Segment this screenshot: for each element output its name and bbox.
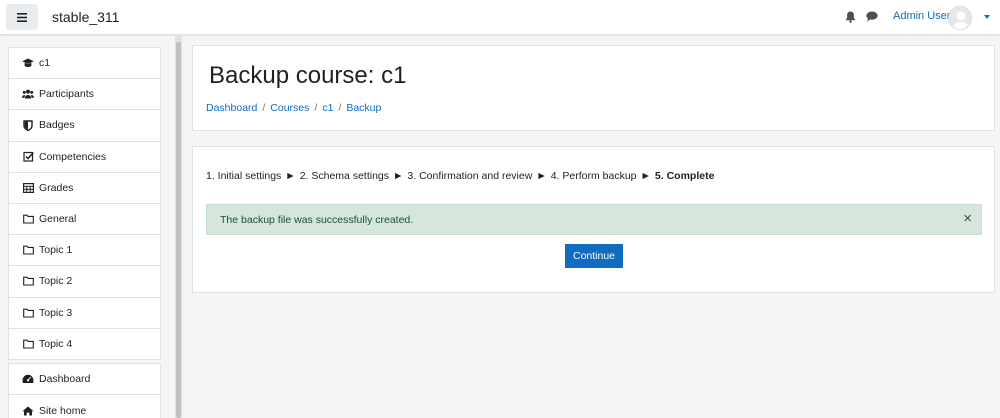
- success-alert: The backup file was successfully created…: [206, 204, 982, 235]
- sidebar-item-label: Competencies: [39, 150, 107, 163]
- table-icon: [22, 182, 34, 194]
- sidebar-item-label: Topic 2: [39, 275, 73, 288]
- folder-icon: [22, 307, 34, 319]
- dashboard-icon: [22, 373, 34, 385]
- sidebar-item-label: Badges: [39, 119, 75, 132]
- page-title: Backup course: c1: [209, 62, 407, 89]
- sidebar-item-label: c1: [39, 57, 51, 70]
- sidebar-item-topic-2[interactable]: Topic 2: [9, 266, 160, 298]
- breadcrumb: Dashboard / Courses / c1 / Backup: [206, 102, 381, 114]
- top-navbar: stable_311 Admin User: [0, 0, 1000, 35]
- backup-progress-steps: 1. Initial settings ► 2. Schema settings ► 3…: [206, 170, 714, 182]
- sidebar-item-badges[interactable]: Badges: [9, 110, 160, 142]
- sidebar-item-competencies[interactable]: Competencies: [9, 142, 160, 173]
- breadcrumb-course[interactable]: c1: [322, 102, 333, 114]
- folder-icon: [22, 338, 34, 350]
- step-complete-current: 5. Complete: [654, 170, 715, 182]
- page-header: Backup course: c1 Dashboard / Courses / …: [192, 45, 995, 131]
- bell-icon[interactable]: [845, 11, 856, 26]
- sidebar-item-dashboard[interactable]: Dashboard: [9, 364, 160, 395]
- graduation-cap-icon: [22, 57, 34, 69]
- alert-message: The backup file was successfully created…: [220, 213, 414, 226]
- user-avatar-icon[interactable]: [948, 6, 972, 30]
- sidebar-item-course[interactable]: c1: [9, 48, 160, 80]
- menu-toggle-button[interactable]: [6, 4, 38, 30]
- sidebar-item-label: Participants: [39, 88, 94, 101]
- step-arrow: ►: [640, 170, 651, 182]
- sidebar-item-topic-4[interactable]: Topic 4: [9, 329, 160, 360]
- home-icon: [22, 405, 34, 417]
- breadcrumb-courses[interactable]: Courses: [270, 102, 309, 114]
- sidebar-item-label: Topic 4: [39, 338, 73, 351]
- chat-icon[interactable]: [866, 11, 878, 25]
- folder-icon: [22, 244, 34, 256]
- step-arrow: ►: [285, 170, 296, 182]
- step-arrow: ►: [393, 170, 404, 182]
- breadcrumb-separator: /: [338, 102, 342, 114]
- step-perform-backup: 4. Perform backup: [550, 170, 637, 182]
- sidebar-item-label: Topic 3: [39, 306, 73, 319]
- users-icon: [22, 88, 34, 100]
- sidebar-item-general[interactable]: General: [9, 204, 160, 236]
- breadcrumb-separator: /: [262, 102, 266, 114]
- sidebar-item-label: Topic 1: [39, 244, 73, 257]
- site-name-link[interactable]: stable_311: [52, 9, 119, 25]
- sidebar-item-grades[interactable]: Grades: [9, 173, 160, 204]
- sidebar-item-label: Site home: [39, 404, 87, 417]
- folder-icon: [22, 275, 34, 287]
- user-menu-name[interactable]: Admin User: [893, 10, 950, 22]
- step-initial-settings: 1. Initial settings: [206, 170, 282, 182]
- breadcrumb-separator: /: [314, 102, 318, 114]
- course-nav-list: c1 Participants Badges Competencies Grad…: [8, 47, 161, 360]
- breadcrumb-backup[interactable]: Backup: [346, 102, 381, 114]
- step-confirmation-review: 3. Confirmation and review: [407, 170, 533, 182]
- hamburger-icon: [17, 12, 27, 22]
- sidebar-item-topic-1[interactable]: Topic 1: [9, 235, 160, 267]
- site-nav-list: Dashboard Site home: [8, 363, 161, 418]
- sidebar-item-label: Dashboard: [39, 373, 91, 385]
- folder-icon: [22, 213, 34, 225]
- breadcrumb-dashboard[interactable]: Dashboard: [206, 102, 257, 114]
- sidebar-item-label: General: [39, 213, 77, 226]
- caret-down-icon[interactable]: [984, 15, 990, 19]
- sidebar-item-site-home[interactable]: Site home: [9, 395, 160, 418]
- shield-icon: [22, 119, 34, 131]
- sidebar-item-label: Grades: [39, 181, 74, 194]
- step-schema-settings: 2. Schema settings: [299, 170, 389, 182]
- continue-button[interactable]: Continue: [565, 244, 623, 268]
- drawer-scrollbar-thumb[interactable]: [176, 42, 181, 418]
- sidebar-item-participants[interactable]: Participants: [9, 79, 160, 111]
- backup-content: 1. Initial settings ► 2. Schema settings ► 3…: [192, 146, 995, 293]
- close-icon[interactable]: ×: [963, 211, 972, 227]
- sidebar-item-topic-3[interactable]: Topic 3: [9, 298, 160, 329]
- step-arrow: ►: [536, 170, 547, 182]
- check-square-icon: [22, 151, 34, 163]
